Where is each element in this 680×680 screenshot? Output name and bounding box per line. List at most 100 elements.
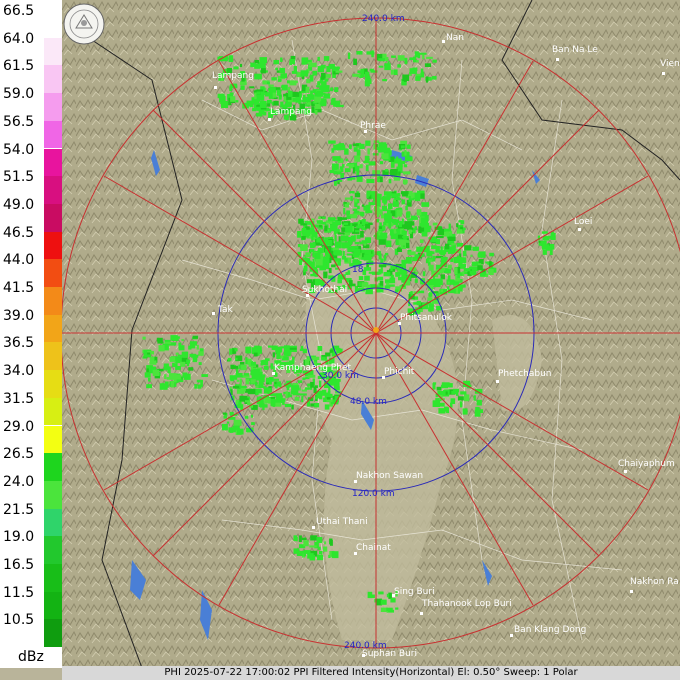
- echo-cell: [451, 243, 456, 246]
- echo-cell: [352, 208, 357, 211]
- echo-cell: [320, 103, 327, 107]
- echo-cell: [250, 62, 257, 68]
- echo-cell: [382, 205, 388, 212]
- echo-cell: [268, 345, 272, 348]
- echo-cell: [390, 69, 394, 75]
- legend-level-label: 39.0: [3, 307, 35, 324]
- echo-cell: [318, 216, 321, 220]
- echo-cell: [325, 352, 331, 357]
- echo-cell: [196, 379, 203, 383]
- echo-cell: [409, 229, 412, 234]
- echo-cell: [489, 252, 494, 257]
- echo-cell: [235, 357, 238, 361]
- echo-cell: [314, 403, 320, 408]
- echo-cell: [398, 239, 406, 246]
- echo-cell: [388, 222, 392, 229]
- echo-cell: [240, 362, 245, 365]
- legend-level-label: 21.5: [3, 501, 35, 518]
- echo-cell: [263, 111, 267, 116]
- echo-cell: [148, 377, 151, 382]
- echo-cell: [344, 168, 351, 173]
- echo-cell: [331, 148, 335, 153]
- legend-level-label: 24.0: [3, 473, 35, 490]
- echo-cell: [233, 66, 239, 70]
- echo-cell: [181, 339, 184, 342]
- echo-cell: [344, 148, 349, 155]
- echo-cell: [270, 363, 274, 370]
- svg-text:Phitsanulok: Phitsanulok: [400, 313, 453, 323]
- legend-level-label: 10.5: [3, 612, 35, 629]
- echo-cell: [323, 397, 327, 402]
- svg-text:Lampang: Lampang: [212, 71, 254, 81]
- echo-cell: [301, 396, 304, 403]
- svg-text:Sing Buri: Sing Buri: [394, 587, 435, 597]
- echo-cell: [196, 344, 199, 350]
- echo-cell: [292, 356, 295, 362]
- echo-cell: [283, 86, 288, 91]
- echo-cell: [436, 280, 443, 286]
- echo-cell: [428, 293, 433, 297]
- echo-cell: [273, 100, 279, 106]
- echo-cell: [302, 94, 306, 101]
- echo-cell: [361, 204, 365, 207]
- echo-cell: [307, 553, 314, 559]
- echo-cell: [379, 147, 387, 152]
- echo-cell: [259, 101, 267, 108]
- echo-cell: [361, 240, 368, 244]
- echo-cell: [381, 53, 387, 59]
- echo-cell: [369, 68, 374, 72]
- echo-cell: [432, 400, 440, 407]
- echo-cell: [192, 335, 199, 339]
- echo-cell: [334, 386, 340, 390]
- echo-cell: [253, 352, 258, 357]
- echo-cell: [152, 369, 160, 376]
- svg-text:Phichit: Phichit: [384, 367, 415, 377]
- echo-cell: [276, 352, 281, 359]
- echo-cell: [354, 241, 360, 245]
- echo-cell: [229, 348, 233, 355]
- svg-text:Loei: Loei: [574, 217, 592, 227]
- echo-cell: [323, 56, 330, 61]
- echo-cell: [485, 261, 489, 264]
- echo-cell: [303, 258, 309, 261]
- echo-cell: [367, 148, 370, 155]
- echo-cell: [168, 373, 177, 380]
- echo-cell: [275, 402, 282, 407]
- echo-cell: [316, 537, 323, 543]
- legend-level-label: 29.0: [3, 418, 35, 435]
- ring-label-18: 18: [352, 265, 364, 275]
- echo-cell: [188, 367, 194, 371]
- echo-cell: [456, 242, 463, 247]
- echo-cell: [436, 235, 444, 239]
- echo-cell: [331, 264, 336, 268]
- ring-label-240: 240.0 km: [362, 14, 405, 24]
- echo-cell: [401, 191, 409, 195]
- radar-map[interactable]: 240.0 km 240.0 km 120.0 km 48.0 km 30.0 …: [62, 0, 680, 668]
- echo-cell: [240, 81, 247, 86]
- echo-cell: [341, 255, 347, 260]
- echo-cell: [380, 258, 384, 263]
- echo-cell: [448, 223, 451, 231]
- echo-cell: [346, 164, 349, 167]
- echo-cell: [296, 373, 300, 377]
- echo-cell: [477, 252, 484, 257]
- echo-cell: [357, 205, 360, 210]
- legend-level: 51.5: [0, 169, 62, 204]
- echo-cell: [384, 285, 391, 289]
- echo-cell: [462, 250, 467, 257]
- echo-cell: [374, 206, 380, 212]
- echo-cell: [472, 246, 479, 250]
- echo-cell: [287, 394, 293, 398]
- echo-cell: [303, 553, 307, 557]
- echo-cell: [306, 279, 313, 284]
- echo-cell: [272, 92, 277, 98]
- legend-level-label: 51.5: [3, 169, 35, 186]
- echo-cell: [335, 241, 342, 249]
- echo-cell: [393, 69, 398, 75]
- echo-cell: [328, 267, 332, 274]
- echo-cell: [345, 272, 349, 275]
- echo-cell: [341, 242, 350, 248]
- legend-level-label: 31.5: [3, 390, 35, 407]
- echo-cell: [334, 87, 339, 92]
- echo-cell: [265, 92, 269, 97]
